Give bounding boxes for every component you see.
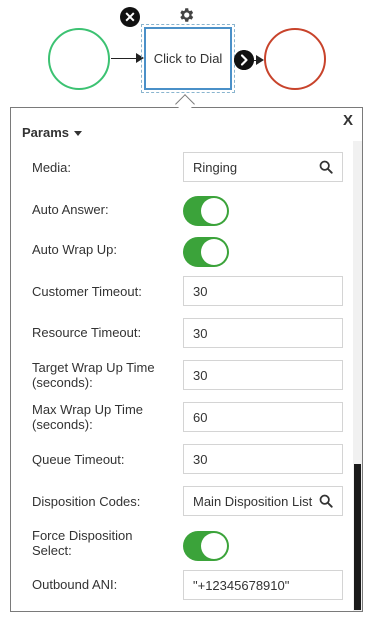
max-wrap-up-value: 60 [193,409,208,425]
media-value: Ringing [193,159,238,175]
outbound-ani-label: Outbound ANI: [32,577,118,592]
customer-timeout-input[interactable]: 30 [183,276,343,306]
queue-timeout-value: 30 [193,451,208,467]
force-disposition-toggle[interactable] [183,531,229,561]
force-disposition-label: Force Disposition Select: [32,528,132,558]
start-node[interactable] [48,28,110,90]
auto-wrap-up-label: Auto Wrap Up: [32,242,118,257]
auto-wrap-up-toggle[interactable] [183,237,229,267]
search-icon[interactable] [319,160,333,174]
toggle-knob [201,198,227,224]
max-wrap-up-label-line2: (seconds): [32,417,93,432]
customer-timeout-value: 30 [193,283,208,299]
caret-down-icon [73,130,82,136]
outbound-ani-input[interactable]: "+12345678910" [183,570,343,600]
target-wrap-up-label-line1: Target Wrap Up Time [32,360,155,375]
force-disposition-label-line1: Force Disposition [32,528,133,543]
search-icon[interactable] [319,494,333,508]
gear-icon[interactable] [177,6,195,24]
max-wrap-up-label: Max Wrap Up Time (seconds): [32,402,143,432]
media-select-field[interactable]: Ringing [183,152,343,182]
disposition-codes-value: Main Disposition List [193,493,313,509]
task-node-label: Click to Dial [153,51,223,66]
close-circle-icon[interactable]: ✕ [120,7,140,27]
target-wrap-up-label-line2: (seconds): [32,375,93,390]
target-wrap-up-label: Target Wrap Up Time (seconds): [32,360,155,390]
media-label: Media: [32,160,72,175]
target-wrap-up-value: 30 [193,367,208,383]
auto-answer-toggle[interactable] [183,196,229,226]
connector-start-task [111,58,137,59]
toggle-knob [201,239,227,265]
task-node-click-to-dial[interactable]: Click to Dial [144,27,232,90]
queue-timeout-label: Queue Timeout: [32,452,125,467]
params-section-title: Params [22,125,69,140]
target-wrap-up-input[interactable]: 30 [183,360,343,390]
scrollbar-thumb[interactable] [354,464,361,610]
max-wrap-up-label-line1: Max Wrap Up Time [32,402,144,417]
resource-timeout-input[interactable]: 30 [183,318,343,348]
customer-timeout-label: Customer Timeout: [32,284,142,299]
disposition-codes-label: Disposition Codes: [32,494,141,509]
params-panel: X Params Media: Ringing Auto Answer: Aut… [10,107,363,612]
toggle-knob [201,533,227,559]
auto-answer-label: Auto Answer: [32,202,109,217]
params-section-toggle[interactable]: Params [22,125,82,140]
close-panel-button[interactable]: X [343,112,353,129]
chevron-right-circle-icon[interactable] [234,50,254,70]
resource-timeout-value: 30 [193,325,208,341]
outbound-ani-value: "+12345678910" [193,577,290,593]
end-node[interactable] [264,28,326,90]
panel-scrollbar[interactable] [353,141,362,611]
queue-timeout-input[interactable]: 30 [183,444,343,474]
resource-timeout-label: Resource Timeout: [32,325,142,340]
max-wrap-up-input[interactable]: 60 [183,402,343,432]
disposition-codes-select-field[interactable]: Main Disposition List [183,486,343,516]
arrow-head-end [256,55,264,65]
flow-diagram: Click to Dial ✕ [0,0,377,100]
force-disposition-label-line2: Select: [32,543,72,558]
